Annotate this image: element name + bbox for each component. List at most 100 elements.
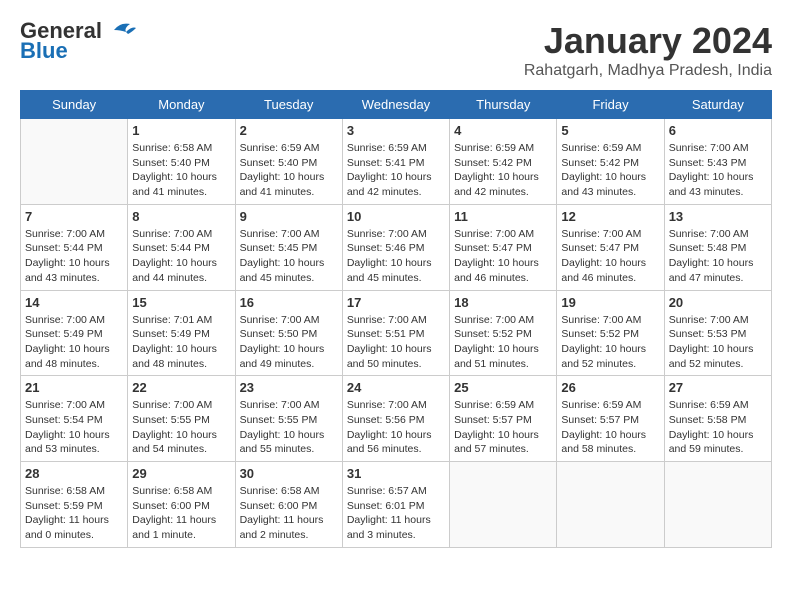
day-info: Sunrise: 6:59 AMSunset: 5:57 PMDaylight:…	[561, 398, 659, 457]
week-row-4: 21Sunrise: 7:00 AMSunset: 5:54 PMDayligh…	[21, 376, 772, 462]
day-number: 26	[561, 380, 659, 395]
day-cell: 28 Sunrise: 6:58 AMSunset: 5:59 PMDayligh…	[21, 462, 128, 548]
day-info: Sunrise: 7:00 AMSunset: 5:43 PMDaylight:…	[669, 141, 767, 200]
day-number: 25	[454, 380, 552, 395]
day-number: 11	[454, 209, 552, 224]
day-info: Sunrise: 6:59 AMSunset: 5:57 PMDaylight:…	[454, 398, 552, 457]
day-cell: 14Sunrise: 7:00 AMSunset: 5:49 PMDayligh…	[21, 290, 128, 376]
day-cell: 12 Sunrise: 7:00 AMSunset: 5:47 PMDayligh…	[557, 204, 664, 290]
day-info: Sunrise: 7:00 AMSunset: 5:44 PMDaylight:…	[25, 227, 123, 286]
day-cell: 27 Sunrise: 6:59 AMSunset: 5:58 PMDayligh…	[664, 376, 771, 462]
day-info: Sunrise: 7:00 AMSunset: 5:45 PMDaylight:…	[240, 227, 338, 286]
day-info: Sunrise: 6:59 AMSunset: 5:42 PMDaylight:…	[454, 141, 552, 200]
day-cell: 6 Sunrise: 7:00 AMSunset: 5:43 PMDaylight…	[664, 119, 771, 205]
calendar-subtitle: Rahatgarh, Madhya Pradesh, India	[524, 62, 772, 80]
day-info: Sunrise: 6:59 AMSunset: 5:58 PMDaylight:…	[669, 398, 767, 457]
day-number: 23	[240, 380, 338, 395]
day-number: 6	[669, 123, 767, 138]
header-wednesday: Wednesday	[342, 91, 449, 119]
day-cell: 29 Sunrise: 6:58 AMSunset: 6:00 PMDayligh…	[128, 462, 235, 548]
title-section: January 2024 Rahatgarh, Madhya Pradesh, …	[524, 20, 772, 80]
day-number: 21	[25, 380, 123, 395]
day-cell: 9 Sunrise: 7:00 AMSunset: 5:45 PMDaylight…	[235, 204, 342, 290]
day-cell: 8Sunrise: 7:00 AMSunset: 5:44 PMDaylight…	[128, 204, 235, 290]
day-number: 13	[669, 209, 767, 224]
day-info: Sunrise: 6:57 AMSunset: 6:01 PMDaylight:…	[347, 484, 445, 543]
day-cell	[557, 462, 664, 548]
day-number: 24	[347, 380, 445, 395]
day-cell: 15 Sunrise: 7:01 AMSunset: 5:49 PMDayligh…	[128, 290, 235, 376]
week-row-3: 14Sunrise: 7:00 AMSunset: 5:49 PMDayligh…	[21, 290, 772, 376]
day-number: 15	[132, 295, 230, 310]
day-cell: 19 Sunrise: 7:00 AMSunset: 5:52 PMDayligh…	[557, 290, 664, 376]
day-number: 17	[347, 295, 445, 310]
week-row-5: 28 Sunrise: 6:58 AMSunset: 5:59 PMDayligh…	[21, 462, 772, 548]
day-number: 9	[240, 209, 338, 224]
day-number: 29	[132, 466, 230, 481]
day-info: Sunrise: 6:59 AMSunset: 5:42 PMDaylight:…	[561, 141, 659, 200]
day-info: Sunrise: 6:59 AMSunset: 5:41 PMDaylight:…	[347, 141, 445, 200]
header-monday: Monday	[128, 91, 235, 119]
day-cell: 26 Sunrise: 6:59 AMSunset: 5:57 PMDayligh…	[557, 376, 664, 462]
day-info: Sunrise: 7:00 AMSunset: 5:52 PMDaylight:…	[454, 313, 552, 372]
day-number: 12	[561, 209, 659, 224]
day-cell: 21Sunrise: 7:00 AMSunset: 5:54 PMDayligh…	[21, 376, 128, 462]
day-cell	[21, 119, 128, 205]
day-number: 7	[25, 209, 123, 224]
day-info: Sunrise: 7:01 AMSunset: 5:49 PMDaylight:…	[132, 313, 230, 372]
day-number: 1	[132, 123, 230, 138]
day-cell: 16Sunrise: 7:00 AMSunset: 5:50 PMDayligh…	[235, 290, 342, 376]
day-number: 28	[25, 466, 123, 481]
day-number: 16	[240, 295, 338, 310]
day-cell: 2Sunrise: 6:59 AMSunset: 5:40 PMDaylight…	[235, 119, 342, 205]
day-info: Sunrise: 6:58 AMSunset: 5:59 PMDaylight:…	[25, 484, 123, 543]
day-cell: 17 Sunrise: 7:00 AMSunset: 5:51 PMDayligh…	[342, 290, 449, 376]
header-friday: Friday	[557, 91, 664, 119]
day-number: 19	[561, 295, 659, 310]
day-number: 31	[347, 466, 445, 481]
day-cell: 23 Sunrise: 7:00 AMSunset: 5:55 PMDayligh…	[235, 376, 342, 462]
day-number: 22	[132, 380, 230, 395]
day-cell: 3 Sunrise: 6:59 AMSunset: 5:41 PMDaylight…	[342, 119, 449, 205]
calendar-table: Sunday Monday Tuesday Wednesday Thursday…	[20, 90, 772, 548]
day-cell: 25 Sunrise: 6:59 AMSunset: 5:57 PMDayligh…	[450, 376, 557, 462]
day-number: 18	[454, 295, 552, 310]
day-cell: 22Sunrise: 7:00 AMSunset: 5:55 PMDayligh…	[128, 376, 235, 462]
day-info: Sunrise: 7:00 AMSunset: 5:47 PMDaylight:…	[561, 227, 659, 286]
day-info: Sunrise: 7:00 AMSunset: 5:51 PMDaylight:…	[347, 313, 445, 372]
day-info: Sunrise: 7:00 AMSunset: 5:44 PMDaylight:…	[132, 227, 230, 286]
day-number: 27	[669, 380, 767, 395]
header-thursday: Thursday	[450, 91, 557, 119]
day-cell: 7 Sunrise: 7:00 AMSunset: 5:44 PMDaylight…	[21, 204, 128, 290]
day-number: 5	[561, 123, 659, 138]
page-header: General Blue January 2024 Rahatgarh, Mad…	[20, 20, 772, 80]
week-row-1: 1 Sunrise: 6:58 AMSunset: 5:40 PMDaylight…	[21, 119, 772, 205]
day-info: Sunrise: 7:00 AMSunset: 5:52 PMDaylight:…	[561, 313, 659, 372]
day-cell	[450, 462, 557, 548]
day-info: Sunrise: 7:00 AMSunset: 5:46 PMDaylight:…	[347, 227, 445, 286]
header-saturday: Saturday	[664, 91, 771, 119]
day-info: Sunrise: 6:58 AMSunset: 5:40 PMDaylight:…	[132, 141, 230, 200]
day-cell	[664, 462, 771, 548]
day-cell: 30Sunrise: 6:58 AMSunset: 6:00 PMDayligh…	[235, 462, 342, 548]
day-number: 10	[347, 209, 445, 224]
day-info: Sunrise: 6:58 AMSunset: 6:00 PMDaylight:…	[240, 484, 338, 543]
day-info: Sunrise: 7:00 AMSunset: 5:56 PMDaylight:…	[347, 398, 445, 457]
day-number: 3	[347, 123, 445, 138]
day-number: 20	[669, 295, 767, 310]
day-info: Sunrise: 7:00 AMSunset: 5:53 PMDaylight:…	[669, 313, 767, 372]
day-info: Sunrise: 7:00 AMSunset: 5:47 PMDaylight:…	[454, 227, 552, 286]
day-number: 2	[240, 123, 338, 138]
calendar-title: January 2024	[524, 20, 772, 62]
logo: General Blue	[20, 20, 136, 64]
day-info: Sunrise: 7:00 AMSunset: 5:48 PMDaylight:…	[669, 227, 767, 286]
day-info: Sunrise: 7:00 AMSunset: 5:55 PMDaylight:…	[240, 398, 338, 457]
logo-bird-icon	[104, 20, 136, 40]
day-info: Sunrise: 7:00 AMSunset: 5:49 PMDaylight:…	[25, 313, 123, 372]
logo-blue: Blue	[20, 38, 68, 63]
header-row: Sunday Monday Tuesday Wednesday Thursday…	[21, 91, 772, 119]
header-sunday: Sunday	[21, 91, 128, 119]
day-cell: 31 Sunrise: 6:57 AMSunset: 6:01 PMDayligh…	[342, 462, 449, 548]
day-cell: 1 Sunrise: 6:58 AMSunset: 5:40 PMDaylight…	[128, 119, 235, 205]
day-info: Sunrise: 6:58 AMSunset: 6:00 PMDaylight:…	[132, 484, 230, 543]
